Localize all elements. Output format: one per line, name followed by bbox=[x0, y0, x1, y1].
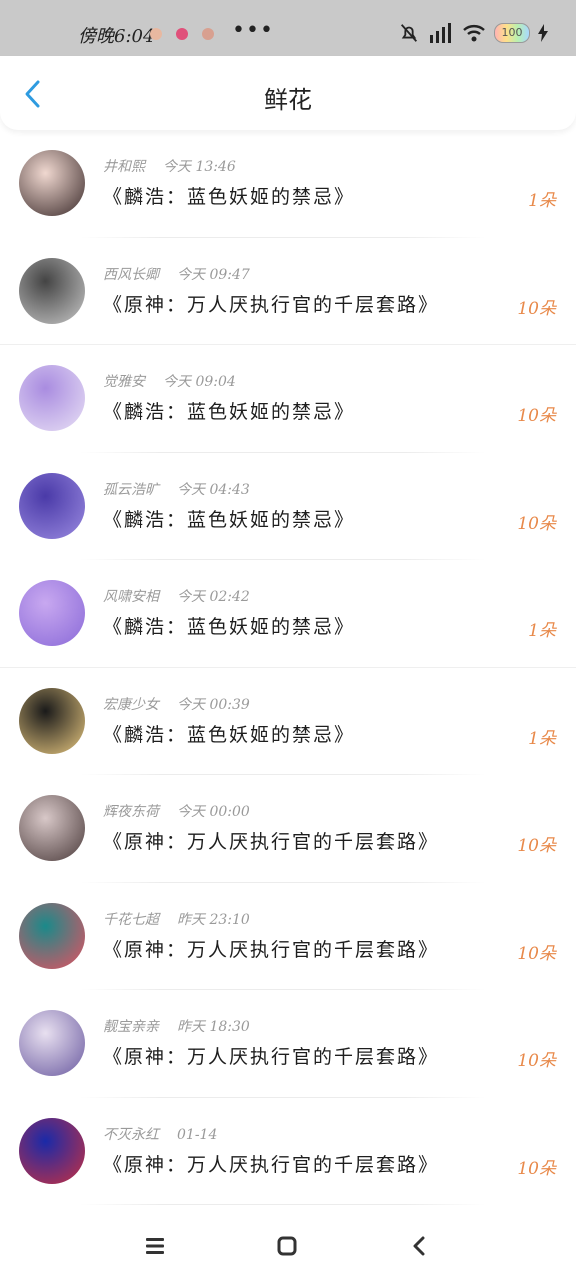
gift-time: 今天 13:46 bbox=[163, 159, 236, 175]
user-name: 辉夜东荷 bbox=[103, 804, 159, 820]
flower-amount: 1朵 bbox=[528, 191, 556, 211]
list-item[interactable]: 孤云浩旷 今天 04:43 《麟浩：蓝色妖姬的禁忌》 10朵 bbox=[0, 453, 576, 560]
gift-time: 01-14 bbox=[177, 1126, 218, 1143]
avatar[interactable] bbox=[19, 365, 85, 431]
status-icons: 100 bbox=[398, 22, 548, 44]
book-title: 《原神：万人厌执行官的千层套路》 bbox=[103, 1153, 440, 1176]
user-name: 不灭永红 bbox=[103, 1126, 159, 1143]
gift-meta: 千花七超 昨天 23:10 bbox=[103, 909, 250, 929]
back-triangle-icon bbox=[413, 1236, 425, 1256]
recent-apps-button[interactable] bbox=[135, 1230, 175, 1262]
book-title: 《原神：万人厌执行官的千层套路》 bbox=[103, 938, 440, 961]
system-back-button[interactable] bbox=[399, 1230, 439, 1262]
home-button[interactable] bbox=[267, 1230, 307, 1262]
user-name: 风啸安相 bbox=[103, 589, 159, 605]
list-item[interactable]: 觉雅安 今天 09:04 《麟浩：蓝色妖姬的禁忌》 10朵 bbox=[0, 345, 576, 453]
book-title: 《麟浩：蓝色妖姬的禁忌》 bbox=[103, 401, 356, 423]
notification-icon bbox=[150, 28, 162, 40]
gift-meta: 靓宝亲亲 昨天 18:30 bbox=[103, 1016, 250, 1036]
avatar[interactable] bbox=[19, 580, 85, 646]
flower-amount: 10朵 bbox=[517, 943, 556, 964]
notification-icon bbox=[176, 28, 188, 40]
menu-icon bbox=[146, 1238, 164, 1254]
user-name: 孤云浩旷 bbox=[103, 481, 159, 498]
gift-time: 今天 09:47 bbox=[177, 266, 250, 283]
list-item[interactable]: 辉夜东荷 今天 00:00 《原神：万人厌执行官的千层套路》 10朵 bbox=[0, 775, 576, 883]
flower-amount: 1朵 bbox=[528, 728, 556, 749]
list-item[interactable]: 宏康少女 今天 00:39 《麟浩：蓝色妖姬的禁忌》 1朵 bbox=[0, 668, 576, 775]
book-title: 《麟浩：蓝色妖姬的禁忌》 bbox=[103, 186, 356, 208]
flower-amount: 10朵 bbox=[517, 836, 556, 856]
wifi-icon bbox=[463, 25, 485, 42]
gift-time: 今天 02:42 bbox=[177, 589, 250, 605]
status-bar: 傍晚6:04 ••• 100 bbox=[0, 0, 576, 56]
gift-time: 今天 00:39 bbox=[177, 696, 250, 713]
book-title: 《麟浩：蓝色妖姬的禁忌》 bbox=[103, 508, 356, 531]
avatar[interactable] bbox=[19, 795, 85, 861]
page-title: 鲜花 bbox=[264, 86, 312, 114]
avatar[interactable] bbox=[19, 150, 85, 216]
status-time: 傍晚6:04 bbox=[78, 26, 155, 47]
avatar[interactable] bbox=[19, 902, 85, 969]
flower-amount: 10朵 bbox=[517, 513, 556, 534]
list-item[interactable]: 不灭永红 01-14 《原神：万人厌执行官的千层套路》 10朵 bbox=[0, 1098, 576, 1205]
user-name: 宏康少女 bbox=[103, 696, 159, 713]
gift-time: 今天 09:04 bbox=[163, 374, 236, 390]
avatar[interactable] bbox=[19, 1117, 85, 1184]
gift-time: 昨天 18:30 bbox=[177, 1019, 250, 1035]
user-name: 西风长卿 bbox=[103, 266, 159, 283]
gift-time: 今天 00:00 bbox=[177, 804, 250, 820]
signal-icon bbox=[430, 23, 451, 43]
avatar[interactable] bbox=[19, 257, 85, 324]
gift-meta: 不灭永红 01-14 bbox=[103, 1124, 217, 1144]
header: 鲜花 bbox=[0, 56, 576, 130]
system-nav-bar bbox=[0, 1212, 576, 1280]
gift-time: 昨天 23:10 bbox=[177, 911, 250, 928]
list-item[interactable]: 西风长卿 今天 09:47 《原神：万人厌执行官的千层套路》 10朵 bbox=[0, 238, 576, 345]
list-item[interactable]: 千花七超 昨天 23:10 《原神：万人厌执行官的千层套路》 10朵 bbox=[0, 883, 576, 990]
list-item[interactable]: 风啸安相 今天 02:42 《麟浩：蓝色妖姬的禁忌》 1朵 bbox=[0, 560, 576, 668]
divider bbox=[80, 1204, 486, 1205]
flower-amount: 10朵 bbox=[517, 298, 556, 319]
user-name: 井和熙 bbox=[103, 159, 145, 175]
gift-meta: 辉夜东荷 今天 00:00 bbox=[103, 801, 250, 821]
book-title: 《原神：万人厌执行官的千层套路》 bbox=[103, 1046, 440, 1068]
user-name: 觉雅安 bbox=[103, 374, 145, 390]
list-item[interactable]: 井和熙 今天 13:46 《麟浩：蓝色妖姬的禁忌》 1朵 bbox=[0, 130, 576, 238]
charging-icon bbox=[538, 24, 548, 42]
more-notifications-icon: ••• bbox=[232, 18, 274, 43]
flower-amount: 10朵 bbox=[517, 1051, 556, 1071]
gift-time: 今天 04:43 bbox=[177, 481, 250, 498]
gift-list: 井和熙 今天 13:46 《麟浩：蓝色妖姬的禁忌》 1朵 西风长卿 今天 09:47 《原神… bbox=[0, 130, 576, 1205]
notification-icon bbox=[202, 28, 214, 40]
gift-meta: 风啸安相 今天 02:42 bbox=[103, 586, 250, 606]
gift-meta: 觉雅安 今天 09:04 bbox=[103, 371, 236, 391]
avatar[interactable] bbox=[19, 472, 85, 539]
book-title: 《原神：万人厌执行官的千层套路》 bbox=[103, 831, 440, 853]
book-title: 《麟浩：蓝色妖姬的禁忌》 bbox=[103, 616, 356, 638]
avatar[interactable] bbox=[19, 1010, 85, 1076]
mute-bell-icon bbox=[400, 24, 418, 42]
gift-meta: 井和熙 今天 13:46 bbox=[103, 156, 236, 176]
flower-amount: 10朵 bbox=[517, 406, 556, 426]
user-name: 千花七超 bbox=[103, 911, 159, 928]
book-title: 《麟浩：蓝色妖姬的禁忌》 bbox=[103, 723, 356, 746]
gift-meta: 孤云浩旷 今天 04:43 bbox=[103, 479, 250, 499]
battery-icon: 100 bbox=[494, 23, 530, 43]
avatar[interactable] bbox=[19, 687, 85, 754]
gift-meta: 西风长卿 今天 09:47 bbox=[103, 264, 250, 284]
list-item[interactable]: 靓宝亲亲 昨天 18:30 《原神：万人厌执行官的千层套路》 10朵 bbox=[0, 990, 576, 1098]
gift-meta: 宏康少女 今天 00:39 bbox=[103, 694, 250, 714]
user-name: 靓宝亲亲 bbox=[103, 1019, 159, 1035]
flower-amount: 1朵 bbox=[528, 621, 556, 641]
flower-amount: 10朵 bbox=[517, 1158, 556, 1179]
book-title: 《原神：万人厌执行官的千层套路》 bbox=[103, 293, 440, 316]
home-square-icon bbox=[277, 1236, 297, 1256]
